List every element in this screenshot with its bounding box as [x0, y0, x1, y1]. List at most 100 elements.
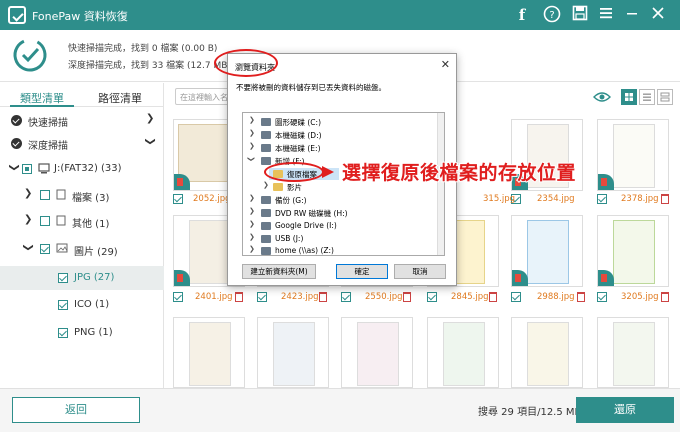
- file-checkbox[interactable]: [257, 292, 267, 302]
- file-checkbox[interactable]: [511, 292, 521, 302]
- file-thumbnail[interactable]: [597, 317, 669, 388]
- back-button[interactable]: 返回: [12, 397, 140, 423]
- grid-view-button[interactable]: [621, 89, 637, 105]
- new-folder-button[interactable]: 建立新資料夾(M): [242, 264, 316, 279]
- tree-item-label: ICO (1): [74, 299, 110, 310]
- trash-icon[interactable]: [235, 292, 243, 302]
- trash-icon[interactable]: [661, 194, 669, 204]
- help-icon[interactable]: ?: [542, 5, 562, 25]
- file-thumbnail[interactable]: [511, 317, 583, 388]
- file-name: 3205.jpg: [621, 292, 659, 302]
- jpg-checkbox[interactable]: [58, 273, 68, 283]
- tree-item-file[interactable]: ❯ 檔案 (3): [0, 185, 164, 205]
- tree-item-d-drive[interactable]: ❯ 本機磁碟 (D:): [243, 129, 439, 141]
- tree-item-e-drive[interactable]: ❯ 本機磁碟 (E:): [243, 142, 439, 154]
- chevron-right-icon: ❯: [249, 220, 255, 228]
- bottom-bar: 返回 搜尋 29 項目/12.5 MB 還原: [0, 388, 680, 432]
- tree-item-h-drive[interactable]: ❯ DVD RW 磁碟機 (H:): [243, 207, 439, 219]
- tree-item-drive[interactable]: ❯ J:(FAT32) (33): [0, 159, 164, 179]
- sidebar-item-quick-scan[interactable]: 快速掃描 ❯: [0, 110, 164, 130]
- chevron-right-icon: ❯: [249, 194, 255, 202]
- file-checkbox[interactable]: [597, 194, 607, 204]
- list-view-button[interactable]: [639, 89, 655, 105]
- sidebar-tabs: 類型清單 路徑清單: [0, 83, 163, 107]
- file-thumbnail[interactable]: [257, 317, 329, 388]
- file-thumbnail[interactable]: [511, 215, 583, 287]
- sidebar: 類型清單 路徑清單 快速掃描 ❯ 深度掃描 ❯ ❯ J:(FAT32) (33)…: [0, 83, 164, 388]
- tree-item-i-drive[interactable]: ❯ Google Drive (I:): [243, 220, 439, 232]
- tree-item-j-drive[interactable]: ❯ USB (J:): [243, 233, 439, 245]
- svg-text:?: ?: [549, 10, 554, 21]
- title-bar: FonePaw 資料恢復 f ?: [0, 0, 680, 30]
- annotation-text: 選擇復原後檔案的存放位置: [341, 161, 577, 185]
- drive-checkbox[interactable]: [22, 164, 32, 174]
- tree-item-label: 圖片 (29): [74, 247, 118, 258]
- dialog-close-icon[interactable]: ✕: [441, 58, 450, 71]
- image-checkbox[interactable]: [40, 244, 50, 254]
- scan-complete-icon: [13, 38, 47, 72]
- facebook-icon[interactable]: f: [512, 5, 532, 25]
- tree-item-z-drive[interactable]: ❯ home (\\as) (Z:): [243, 245, 439, 255]
- file-name: 2378.jpg: [621, 194, 659, 204]
- save-icon[interactable]: [570, 5, 590, 25]
- chevron-right-icon: ❯: [249, 207, 255, 215]
- file-checkbox[interactable]: [173, 194, 183, 204]
- ok-button[interactable]: 確定: [336, 264, 388, 279]
- preview-eye-icon[interactable]: [593, 91, 611, 103]
- trash-icon[interactable]: [319, 292, 327, 302]
- tab-type-list[interactable]: 類型清單: [20, 90, 64, 106]
- chevron-right-icon: ❯: [24, 214, 33, 225]
- chevron-right-icon: ❯: [249, 245, 255, 253]
- file-checkbox[interactable]: [40, 190, 50, 200]
- other-checkbox[interactable]: [40, 216, 50, 226]
- restore-button[interactable]: 還原: [576, 397, 674, 423]
- app-logo-icon: [8, 6, 26, 24]
- thumbnail-image: [189, 322, 231, 386]
- tree-item-ico[interactable]: ICO (1): [0, 295, 164, 315]
- trash-icon[interactable]: [403, 292, 411, 302]
- chevron-right-icon: ❯: [24, 188, 33, 199]
- tree-item-other[interactable]: ❯ 其他 (1): [0, 211, 164, 231]
- file-checkbox[interactable]: [427, 292, 437, 302]
- drive-icon: [261, 222, 271, 230]
- tab-path-list[interactable]: 路徑清單: [98, 90, 142, 106]
- document-icon: [56, 189, 66, 200]
- ico-checkbox[interactable]: [58, 300, 68, 310]
- file-checkbox[interactable]: [173, 292, 183, 302]
- chevron-right-icon: ❯: [249, 129, 255, 137]
- tree-item-label: 本機磁碟 (D:): [275, 131, 322, 140]
- trash-icon[interactable]: [661, 292, 669, 302]
- trash-icon[interactable]: [577, 292, 585, 302]
- tree-item-label: 檔案 (3): [72, 193, 110, 204]
- trash-icon[interactable]: [489, 292, 497, 302]
- file-checkbox[interactable]: [341, 292, 351, 302]
- file-thumbnail[interactable]: [597, 119, 669, 191]
- detail-view-button[interactable]: [657, 89, 673, 105]
- sidebar-item-deep-scan[interactable]: 深度掃描 ❯: [0, 133, 164, 153]
- tree-item-image[interactable]: ❯ 圖片 (29): [0, 239, 164, 259]
- thumbnail-image: [273, 322, 315, 386]
- close-icon[interactable]: [648, 5, 668, 25]
- cancel-button[interactable]: 取消: [394, 264, 446, 279]
- chevron-down-icon: ❯: [8, 163, 20, 172]
- file-checkbox[interactable]: [597, 292, 607, 302]
- menu-icon[interactable]: [596, 5, 616, 25]
- file-thumbnail[interactable]: [341, 317, 413, 388]
- thumbnail-image: [443, 322, 485, 386]
- chevron-right-icon: ❯: [146, 113, 155, 124]
- tree-item-label: DVD RW 磁碟機 (H:): [275, 209, 348, 218]
- file-thumbnail[interactable]: [597, 215, 669, 287]
- drive-icon: [38, 163, 50, 174]
- file-thumbnail[interactable]: [173, 317, 245, 388]
- file-thumbnail[interactable]: [427, 317, 499, 388]
- tree-item-g-drive[interactable]: ❯ 備份 (G:): [243, 194, 439, 206]
- tree-item-label: PNG (1): [74, 327, 113, 338]
- annotation-arrow-icon: [322, 166, 334, 178]
- tree-item-png[interactable]: PNG (1): [0, 323, 164, 343]
- quick-scan-result: 快速掃描完成，找到 0 檔案 (0.00 B): [68, 44, 218, 54]
- tree-item-jpg[interactable]: JPG (27): [0, 266, 164, 290]
- minimize-icon[interactable]: [622, 5, 642, 25]
- tree-item-c-drive[interactable]: ❯ 圖形硬碟 (C:): [243, 116, 439, 128]
- png-checkbox[interactable]: [58, 328, 68, 338]
- file-type-icon: [598, 270, 614, 286]
